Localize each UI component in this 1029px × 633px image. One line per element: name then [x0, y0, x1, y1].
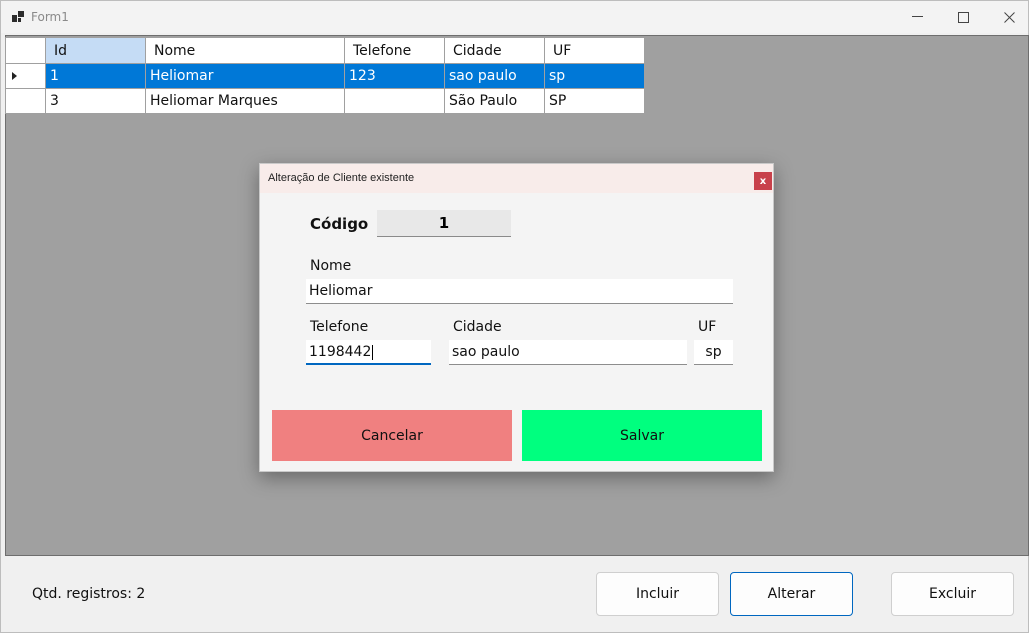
cell-cidade[interactable]: São Paulo [444, 88, 545, 114]
codigo-label: Código [310, 215, 369, 233]
text-caret [372, 344, 374, 360]
row-header[interactable] [5, 63, 46, 89]
codigo-value: 1 [377, 210, 511, 237]
current-row-arrow-icon [12, 72, 17, 80]
uf-label: UF [698, 319, 717, 335]
table-row[interactable]: 3 Heliomar Marques São Paulo SP [5, 88, 645, 114]
cell-nome[interactable]: Heliomar [145, 63, 345, 89]
save-button[interactable]: Salvar [522, 410, 762, 461]
window-title: Form1 [31, 10, 69, 24]
table-row[interactable]: 1 Heliomar 123 sao paulo sp [5, 63, 645, 89]
cell-nome[interactable]: Heliomar Marques [145, 88, 345, 114]
row-header[interactable] [5, 88, 46, 114]
cancel-button[interactable]: Cancelar [272, 410, 512, 461]
excluir-button[interactable]: Excluir [891, 572, 1014, 616]
cidade-label: Cidade [453, 319, 502, 335]
cell-uf[interactable]: SP [544, 88, 645, 114]
telefone-label: Telefone [310, 319, 369, 335]
cell-id[interactable]: 3 [45, 88, 146, 114]
column-header-id[interactable]: Id [45, 37, 146, 64]
edit-client-dialog: Alteração de Cliente existente x Código … [259, 163, 774, 472]
minimize-icon[interactable] [894, 1, 940, 33]
dialog-title-bar[interactable]: Alteração de Cliente existente x [260, 164, 773, 193]
column-header-nome[interactable]: Nome [145, 37, 345, 64]
column-header-telefone[interactable]: Telefone [344, 37, 445, 64]
column-header-uf[interactable]: UF [544, 37, 645, 64]
telefone-input[interactable]: 1198442 [306, 340, 431, 365]
title-bar[interactable]: Form1 [1, 1, 1028, 33]
cell-cidade[interactable]: sao paulo [444, 63, 545, 89]
incluir-button[interactable]: Incluir [596, 572, 719, 616]
close-icon[interactable] [986, 1, 1029, 33]
record-count-label: Qtd. registros: 2 [32, 586, 146, 602]
main-window: Form1 Id Nome Telefone Cidade UF 1 Helio… [0, 0, 1029, 633]
grid-corner-cell[interactable] [5, 37, 46, 64]
dialog-title: Alteração de Cliente existente [268, 172, 415, 184]
clients-grid[interactable]: Id Nome Telefone Cidade UF 1 Heliomar 12… [5, 37, 645, 114]
maximize-icon[interactable] [940, 1, 986, 33]
cell-id[interactable]: 1 [45, 63, 146, 89]
cell-telefone[interactable]: 123 [344, 63, 445, 89]
telefone-input-text: 1198442 [309, 344, 372, 360]
nome-label: Nome [310, 258, 352, 274]
cell-telefone[interactable] [344, 88, 445, 114]
grid-header-row: Id Nome Telefone Cidade UF [5, 37, 645, 64]
column-header-cidade[interactable]: Cidade [444, 37, 545, 64]
alterar-button[interactable]: Alterar [730, 572, 853, 616]
dialog-close-button[interactable]: x [754, 172, 772, 190]
cell-uf[interactable]: sp [544, 63, 645, 89]
app-icon [12, 11, 24, 22]
nome-input[interactable]: Heliomar [306, 279, 733, 304]
cidade-input[interactable]: sao paulo [449, 340, 687, 365]
uf-input[interactable]: sp [694, 340, 733, 365]
